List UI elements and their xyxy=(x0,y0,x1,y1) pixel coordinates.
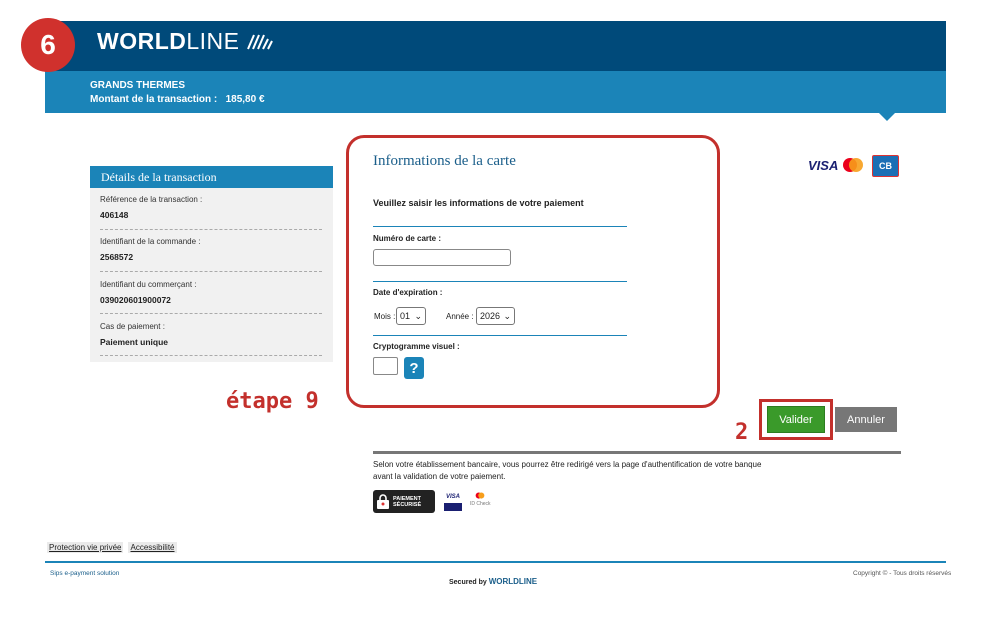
footer-secured-by: Secured by WORLDLINE xyxy=(449,577,538,586)
field-label-order: Identifiant de la commande : xyxy=(100,237,201,246)
mastercard-small-logo: ID Check xyxy=(470,492,491,507)
bank-redirect-note: Selon votre établissement bancaire, vous… xyxy=(373,460,762,481)
privacy-link[interactable]: Protection vie privée xyxy=(47,542,124,553)
step-badge: 6 xyxy=(21,18,75,72)
cancel-button[interactable]: Annuler xyxy=(835,407,897,432)
card-form-intro: Veuillez saisir les informations de votr… xyxy=(373,198,584,208)
divider xyxy=(100,313,322,314)
card-form-title: Informations de la carte xyxy=(373,153,516,169)
merchant-name: GRANDS THERMES xyxy=(90,80,186,91)
chevron-down-icon: ⌄ xyxy=(414,310,422,321)
transaction-details-title: Détails de la transaction xyxy=(90,166,333,188)
cvv-input[interactable] xyxy=(373,357,398,375)
cb-logo: CB xyxy=(872,155,899,177)
footer-copyright: Copyright © - Tous droits réservés xyxy=(853,570,952,577)
header-pointer xyxy=(879,113,895,121)
divider xyxy=(373,335,627,336)
field-value-merchant: 039020601900072 xyxy=(100,295,171,305)
field-label-payment-case: Cas de paiement : xyxy=(100,322,165,331)
divider xyxy=(100,271,322,272)
month-label: Mois : xyxy=(374,312,396,321)
footer-links: Protection vie privée Accessibilité xyxy=(47,542,177,553)
expiry-label: Date d'expiration : xyxy=(373,288,443,297)
year-label: Année : xyxy=(446,312,474,321)
field-label-merchant: Identifiant du commerçant : xyxy=(100,280,197,289)
divider xyxy=(373,451,901,454)
worldline-logo: WORLDLINE xyxy=(97,28,276,55)
divider xyxy=(373,226,627,227)
card-number-label: Numéro de carte : xyxy=(373,234,442,243)
transaction-amount: Montant de la transaction : 185,80 € xyxy=(90,94,265,105)
footer-solution-text: Sips e-payment solution xyxy=(50,570,120,577)
secure-payment-badge: PAIEMENT SÉCURISÉ xyxy=(373,490,435,513)
mastercard-icon xyxy=(475,492,485,499)
card-number-input[interactable] xyxy=(373,249,511,266)
month-select[interactable]: 01 ⌄ xyxy=(396,307,426,325)
divider xyxy=(100,355,322,356)
step-annotation: étape 9 xyxy=(226,389,319,414)
divider xyxy=(373,281,627,282)
cvv-help-icon[interactable]: ? xyxy=(404,357,424,379)
field-label-reference: Référence de la transaction : xyxy=(100,195,203,204)
accessibility-link[interactable]: Accessibilité xyxy=(128,542,177,553)
field-value-order: 2568572 xyxy=(100,252,134,262)
footer-divider xyxy=(45,561,946,563)
validate-button[interactable]: Valider xyxy=(767,406,825,433)
worldline-waves-icon xyxy=(246,34,273,49)
visa-small-logo: VISA xyxy=(444,492,462,512)
lock-icon xyxy=(377,493,389,509)
merchant-info: GRANDS THERMES Montant de la transaction… xyxy=(90,79,265,107)
step-two-annotation: 2 xyxy=(735,420,749,445)
cvv-label: Cryptogramme visuel : xyxy=(373,342,460,351)
year-select[interactable]: 2026 ⌄ xyxy=(476,307,515,325)
card-form-highlight xyxy=(346,135,720,408)
mastercard-icon xyxy=(843,158,863,172)
field-value-reference: 406148 xyxy=(100,210,129,220)
divider xyxy=(100,229,322,230)
chevron-down-icon: ⌄ xyxy=(503,310,511,321)
field-value-payment-case: Paiement unique xyxy=(100,337,169,347)
visa-logo: VISA xyxy=(808,158,839,173)
